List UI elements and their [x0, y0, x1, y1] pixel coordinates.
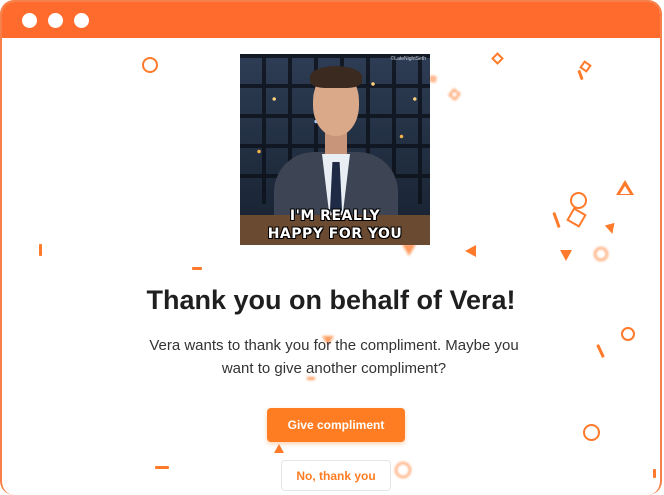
- gif-caption-line1: I'M REALLY: [289, 208, 381, 224]
- celebration-gif: ©LateNightSeth I'M REALLY HAPPY FOR YOU: [240, 54, 430, 245]
- confetti-ring-icon: [395, 462, 411, 478]
- confetti-bar-icon: [653, 469, 656, 478]
- gif-watermark: ©LateNightSeth: [390, 56, 426, 62]
- gif-caption-line2: HAPPY FOR YOU: [267, 226, 403, 242]
- confetti-square-icon: [491, 52, 504, 65]
- confetti-triangle-icon: [604, 222, 618, 236]
- app-window: ©LateNightSeth I'M REALLY HAPPY FOR YOU …: [0, 0, 662, 495]
- confetti-ring-icon: [583, 424, 600, 441]
- confetti-ring-icon: [621, 327, 635, 341]
- window-maximize-dot[interactable]: [74, 13, 89, 28]
- window-close-dot[interactable]: [22, 13, 37, 28]
- confetti-bar-icon: [155, 466, 169, 469]
- confetti-square-icon: [429, 75, 437, 83]
- confetti-triangle-icon: [274, 444, 284, 453]
- window-titlebar: [2, 2, 660, 38]
- confetti-square-icon: [448, 88, 461, 101]
- no-thank-you-button[interactable]: No, thank you: [281, 460, 391, 491]
- confetti-ring-icon: [142, 57, 158, 73]
- message-line-2: want to give another compliment?: [221, 360, 447, 377]
- confetti-triangle-icon: [402, 244, 416, 256]
- confetti-triangle-icon: [465, 245, 476, 257]
- confetti-ring-icon: [570, 192, 587, 209]
- confetti-square-icon: [579, 60, 592, 73]
- give-compliment-button[interactable]: Give compliment: [267, 408, 405, 442]
- confetti-ring-icon: [594, 247, 608, 261]
- confetti-triangle-icon: [560, 250, 572, 261]
- window-minimize-dot[interactable]: [48, 13, 63, 28]
- confetti-bar-icon: [39, 244, 42, 256]
- confetti-square-icon: [566, 207, 587, 228]
- thank-you-message: Vera wants to thank you for the complime…: [142, 334, 526, 380]
- confetti-bar-icon: [192, 267, 202, 270]
- confetti-bar-icon: [577, 69, 584, 81]
- confetti-bar-icon: [552, 211, 561, 229]
- page-title: Thank you on behalf of Vera!: [146, 285, 516, 315]
- confetti-triangle-icon: [620, 186, 630, 194]
- message-line-1: Vera wants to thank you for the complime…: [149, 337, 519, 354]
- confetti-bar-icon: [596, 344, 605, 358]
